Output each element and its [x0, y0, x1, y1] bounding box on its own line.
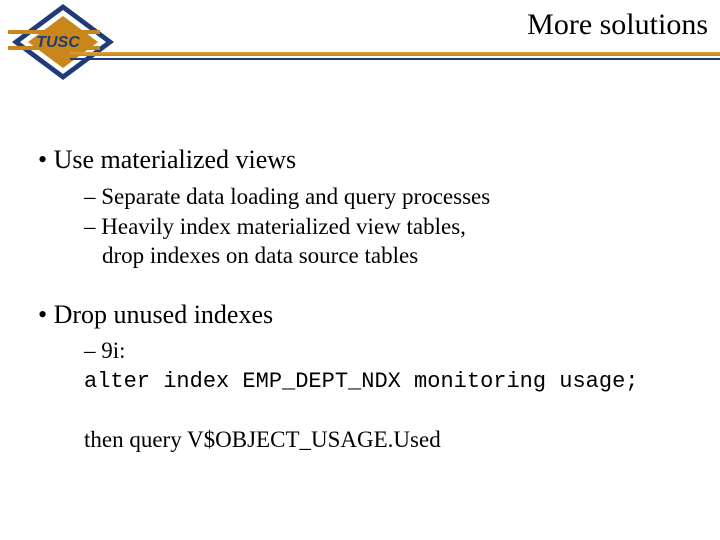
- logo-text: TUSC: [36, 34, 80, 51]
- slide-header: TUSC More solutions: [0, 0, 720, 80]
- bullet-item: Use materialized views: [38, 144, 692, 177]
- tusc-logo: TUSC: [8, 2, 118, 82]
- sub-bullet-item: 9i:: [38, 337, 692, 366]
- sub-bullet-text: Separate data loading and query processe…: [101, 184, 490, 209]
- sub-bullet-item: Heavily index materialized view tables, …: [38, 213, 692, 271]
- slide-title: More solutions: [527, 8, 708, 42]
- bullet-text: Use materialized views: [54, 145, 297, 174]
- sub-bullet-text-cont: drop indexes on data source tables: [102, 242, 692, 271]
- sub-bullet-item: Separate data loading and query processe…: [38, 183, 692, 212]
- code-line: alter index EMP_DEPT_NDX monitoring usag…: [38, 368, 692, 396]
- divider-gold: [70, 52, 720, 56]
- sub-bullet-text: 9i:: [101, 338, 125, 363]
- bullet-item: Drop unused indexes: [38, 299, 692, 332]
- slide-body: Use materialized views Separate data loa…: [0, 80, 720, 454]
- sub-bullet-text: Heavily index materialized view tables,: [101, 214, 466, 239]
- bullet-text: Drop unused indexes: [54, 300, 274, 329]
- divider-navy: [70, 58, 720, 60]
- body-text: then query V$OBJECT_USAGE.Used: [38, 426, 692, 455]
